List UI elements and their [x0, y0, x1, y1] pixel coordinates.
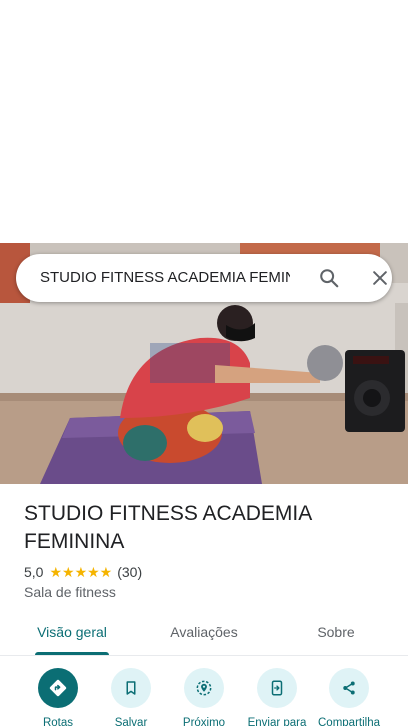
search-bar[interactable]: STUDIO FITNESS ACADEMIA FEMININA: [16, 254, 392, 302]
rating-value: 5,0: [24, 564, 44, 580]
directions-icon: [49, 679, 67, 697]
review-count: (30): [117, 564, 143, 580]
save-label: Salvar: [114, 717, 148, 726]
save-button[interactable]: Salvar: [95, 668, 167, 726]
send-to-phone-icon: [271, 680, 283, 696]
bookmark-icon: [126, 681, 136, 695]
star-rating-icon: ★★★★★: [49, 563, 113, 580]
search-input[interactable]: STUDIO FITNESS ACADEMIA FEMININA: [40, 254, 290, 302]
action-bar: Rotas Salvar Próximo Enviar para Compart…: [0, 668, 408, 726]
send-to-phone-label: Enviar para: [247, 717, 307, 726]
nearby-label: Próximo: [182, 717, 226, 726]
directions-button[interactable]: Rotas: [22, 668, 94, 726]
tab-about[interactable]: Sobre: [306, 612, 366, 654]
directions-label: Rotas: [42, 717, 74, 726]
share-button[interactable]: Compartilha: [313, 668, 385, 726]
rating-row[interactable]: 5,0 ★★★★★ (30): [24, 563, 142, 581]
tab-indicator: [35, 652, 109, 655]
map-area[interactable]: [0, 0, 408, 243]
close-icon[interactable]: [370, 268, 390, 288]
share-icon: [343, 681, 355, 695]
send-to-phone-button[interactable]: Enviar para: [241, 668, 313, 726]
nearby-icon: [196, 680, 212, 696]
tab-bar: Visão geral Avaliações Sobre: [0, 612, 408, 656]
search-icon[interactable]: [318, 267, 340, 289]
place-title: STUDIO FITNESS ACADEMIA FEMININA: [24, 502, 312, 553]
tab-reviews[interactable]: Avaliações: [160, 612, 248, 654]
share-label: Compartilha: [318, 717, 380, 726]
tab-overview[interactable]: Visão geral: [35, 612, 109, 654]
nearby-button[interactable]: Próximo: [168, 668, 240, 726]
place-category: Sala de fitness: [24, 584, 116, 600]
